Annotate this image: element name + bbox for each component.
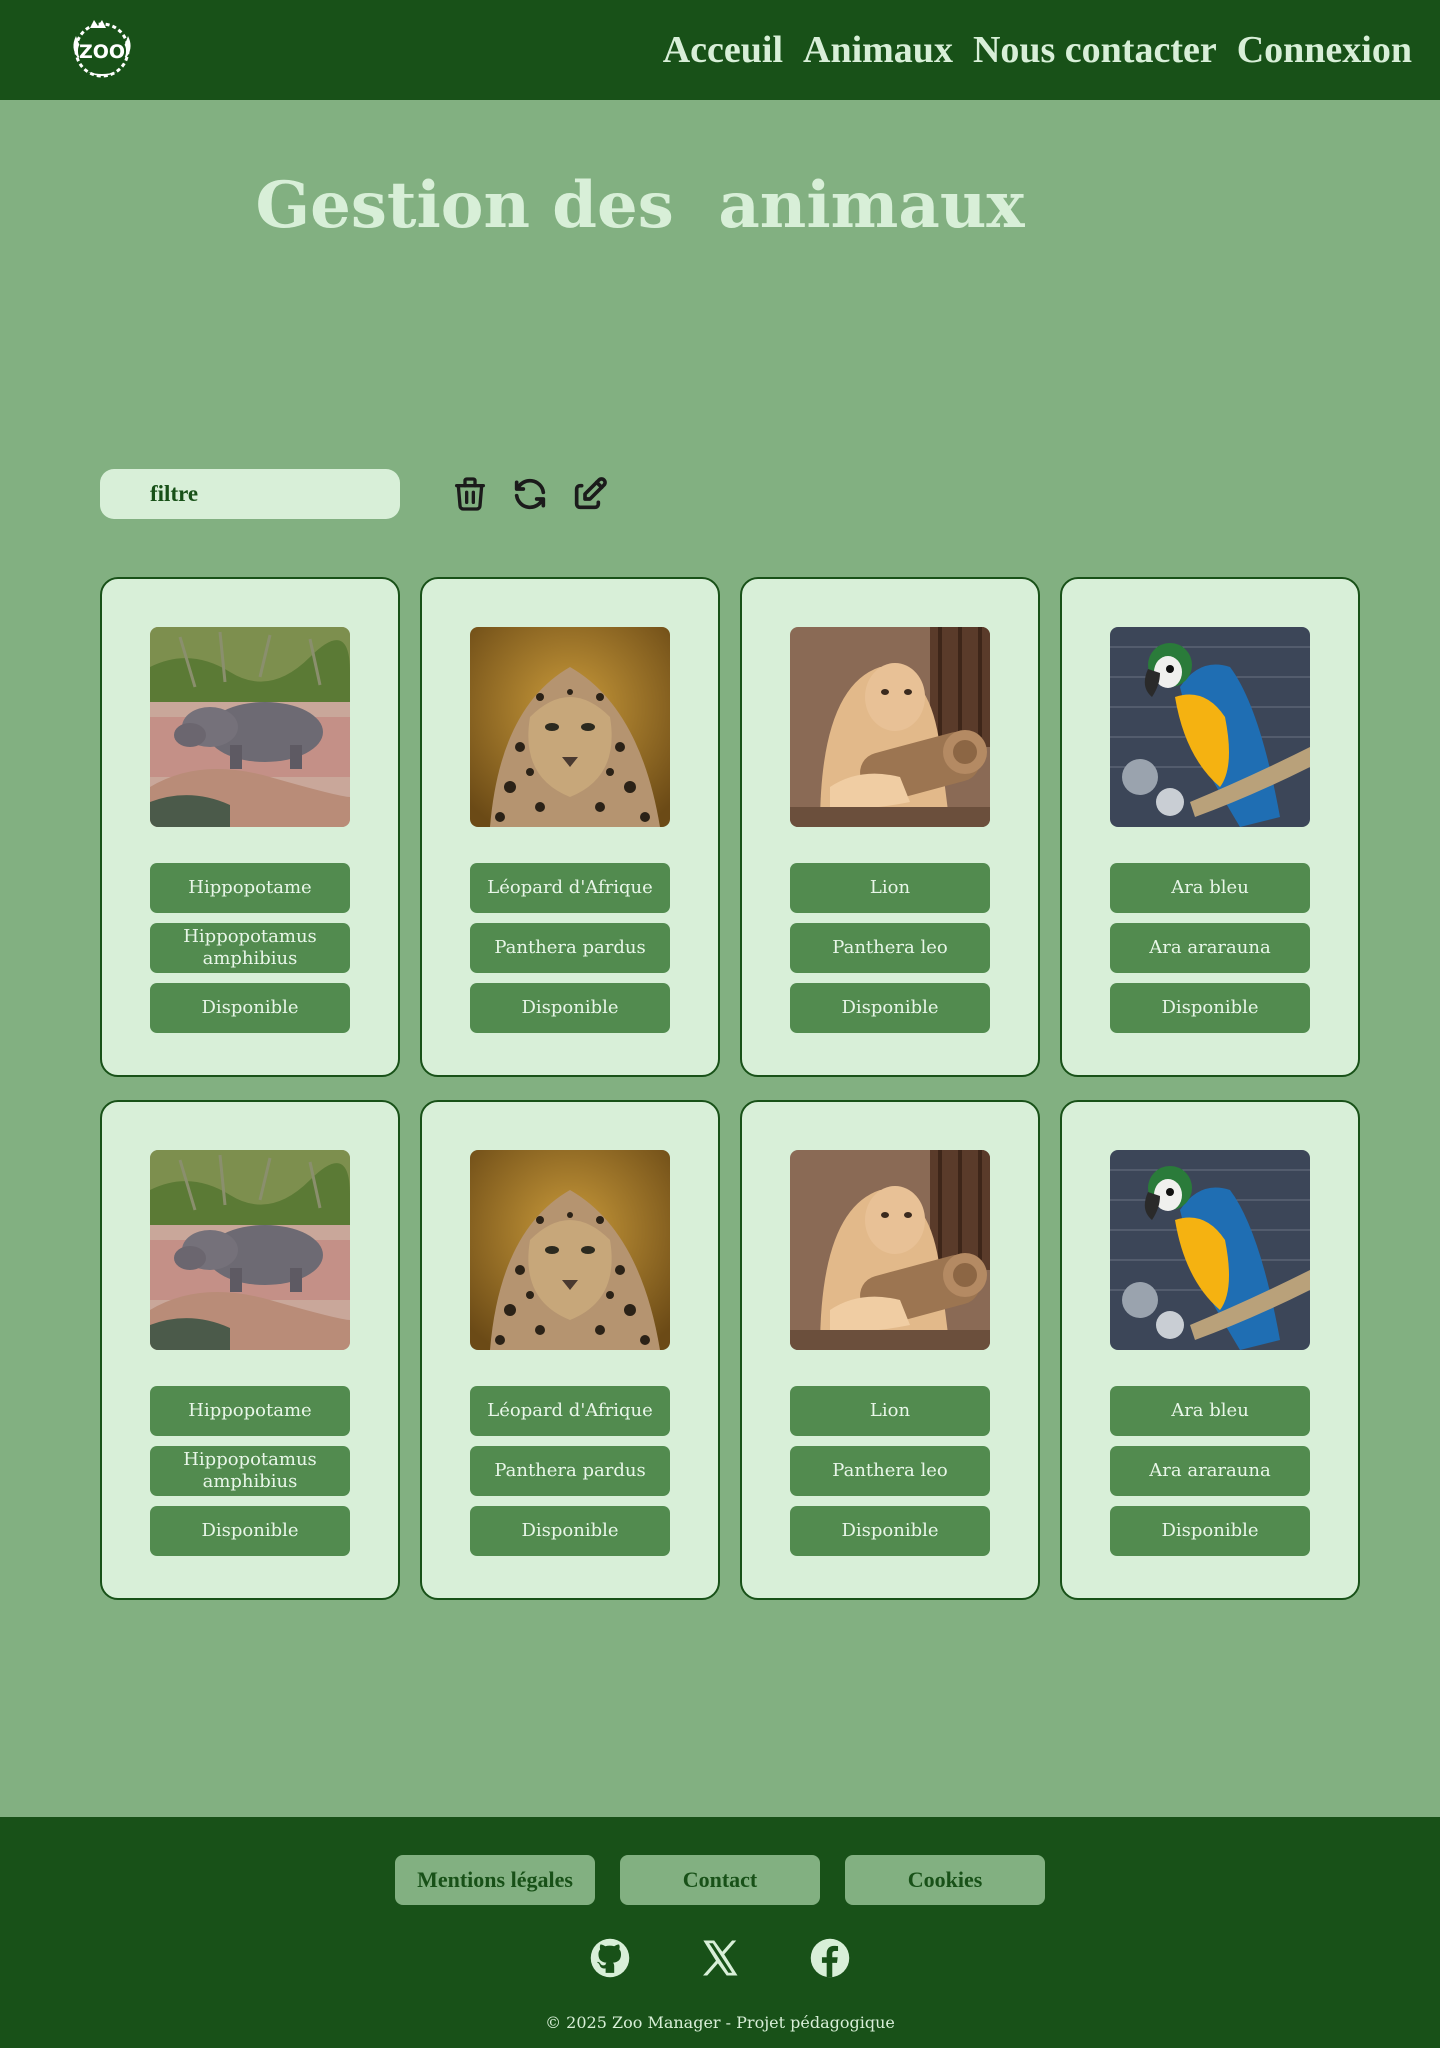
edit-button[interactable] — [568, 470, 612, 518]
page-title: Gestion des animaux — [255, 168, 1025, 243]
animal-photo-hippo — [150, 1150, 350, 1350]
animal-card[interactable]: Hippopotame Hippopotamus amphibius Dispo… — [100, 1100, 400, 1600]
legal-button[interactable]: Mentions légales — [395, 1855, 595, 1905]
filter-input[interactable] — [100, 469, 400, 519]
animal-species: Ara ararauna — [1110, 1446, 1310, 1496]
x-icon — [703, 1940, 738, 1976]
refresh-button[interactable] — [508, 470, 552, 518]
animal-species: Hippopotamus amphibius — [150, 1446, 350, 1496]
animal-species: Panthera pardus — [470, 1446, 670, 1496]
animal-status: Disponible — [470, 1506, 670, 1556]
cookies-button[interactable]: Cookies — [845, 1855, 1045, 1905]
animal-status: Disponible — [790, 1506, 990, 1556]
animal-card[interactable]: Lion Panthera leo Disponible — [740, 1100, 1040, 1600]
animal-card[interactable]: Léopard d'Afrique Panthera pardus Dispon… — [420, 1100, 720, 1600]
animal-species: Panthera pardus — [470, 923, 670, 973]
animal-name: Ara bleu — [1110, 863, 1310, 913]
animal-photo-lion — [790, 627, 990, 827]
animal-name: Lion — [790, 1386, 990, 1436]
facebook-link[interactable] — [809, 1937, 851, 1979]
refresh-icon — [514, 478, 546, 510]
animal-photo-macaw — [1110, 1150, 1310, 1350]
animal-name: Hippopotame — [150, 863, 350, 913]
contact-button[interactable]: Contact — [620, 1855, 820, 1905]
animal-photo-lion — [790, 1150, 990, 1350]
nav-home[interactable]: Acceuil — [663, 28, 783, 72]
animal-card[interactable]: Lion Panthera leo Disponible — [740, 577, 1040, 1077]
site-footer: Mentions légales Contact Cookies © 2025 … — [0, 1817, 1440, 2048]
animal-status: Disponible — [1110, 983, 1310, 1033]
social-links — [0, 1937, 1440, 1979]
animal-status: Disponible — [1110, 1506, 1310, 1556]
animal-status: Disponible — [150, 983, 350, 1033]
animal-card[interactable]: Ara bleu Ara ararauna Disponible — [1060, 1100, 1360, 1600]
animal-status: Disponible — [470, 983, 670, 1033]
trash-icon — [455, 477, 485, 511]
nav-contact[interactable]: Nous contacter — [973, 28, 1217, 72]
github-link[interactable] — [589, 1937, 631, 1979]
animal-species: Hippopotamus amphibius — [150, 923, 350, 973]
nav-login[interactable]: Connexion — [1237, 28, 1412, 72]
page-title-wrap: Gestion des animaux — [0, 168, 1440, 243]
footer-links: Mentions légales Contact Cookies — [0, 1855, 1440, 1905]
animal-card[interactable]: Léopard d'Afrique Panthera pardus Dispon… — [420, 577, 720, 1077]
animal-name: Ara bleu — [1110, 1386, 1310, 1436]
delete-button[interactable] — [448, 470, 492, 518]
animal-photo-hippo — [150, 627, 350, 827]
animal-name: Lion — [790, 863, 990, 913]
main-nav: Acceuil Animaux Nous contacter Connexion — [663, 0, 1412, 100]
animal-status: Disponible — [790, 983, 990, 1033]
animal-photo-macaw — [1110, 627, 1310, 827]
site-header: ZOO Acceuil Animaux Nous contacter Conne… — [0, 0, 1440, 100]
animal-name: Léopard d'Afrique — [470, 863, 670, 913]
zoo-logo[interactable]: ZOO — [66, 18, 138, 82]
animal-photo-leopard — [470, 627, 670, 827]
zoo-logo-icon: ZOO — [73, 20, 131, 78]
x-link[interactable] — [699, 1937, 741, 1979]
copyright: © 2025 Zoo Manager - Projet pédagogique — [545, 2013, 895, 2032]
svg-text:ZOO: ZOO — [79, 41, 125, 63]
nav-animals[interactable]: Animaux — [803, 28, 953, 72]
animal-species: Ara ararauna — [1110, 923, 1310, 973]
animal-grid: Hippopotame Hippopotamus amphibius Dispo… — [100, 577, 1360, 1600]
animal-name: Léopard d'Afrique — [470, 1386, 670, 1436]
animal-status: Disponible — [150, 1506, 350, 1556]
animal-card[interactable]: Hippopotame Hippopotamus amphibius Dispo… — [100, 577, 400, 1077]
github-icon — [590, 1938, 630, 1978]
animal-photo-leopard — [470, 1150, 670, 1350]
animal-name: Hippopotame — [150, 1386, 350, 1436]
animal-card[interactable]: Ara bleu Ara ararauna Disponible — [1060, 577, 1360, 1077]
facebook-icon — [810, 1938, 850, 1978]
animal-species: Panthera leo — [790, 1446, 990, 1496]
animal-species: Panthera leo — [790, 923, 990, 973]
edit-icon — [574, 477, 607, 510]
